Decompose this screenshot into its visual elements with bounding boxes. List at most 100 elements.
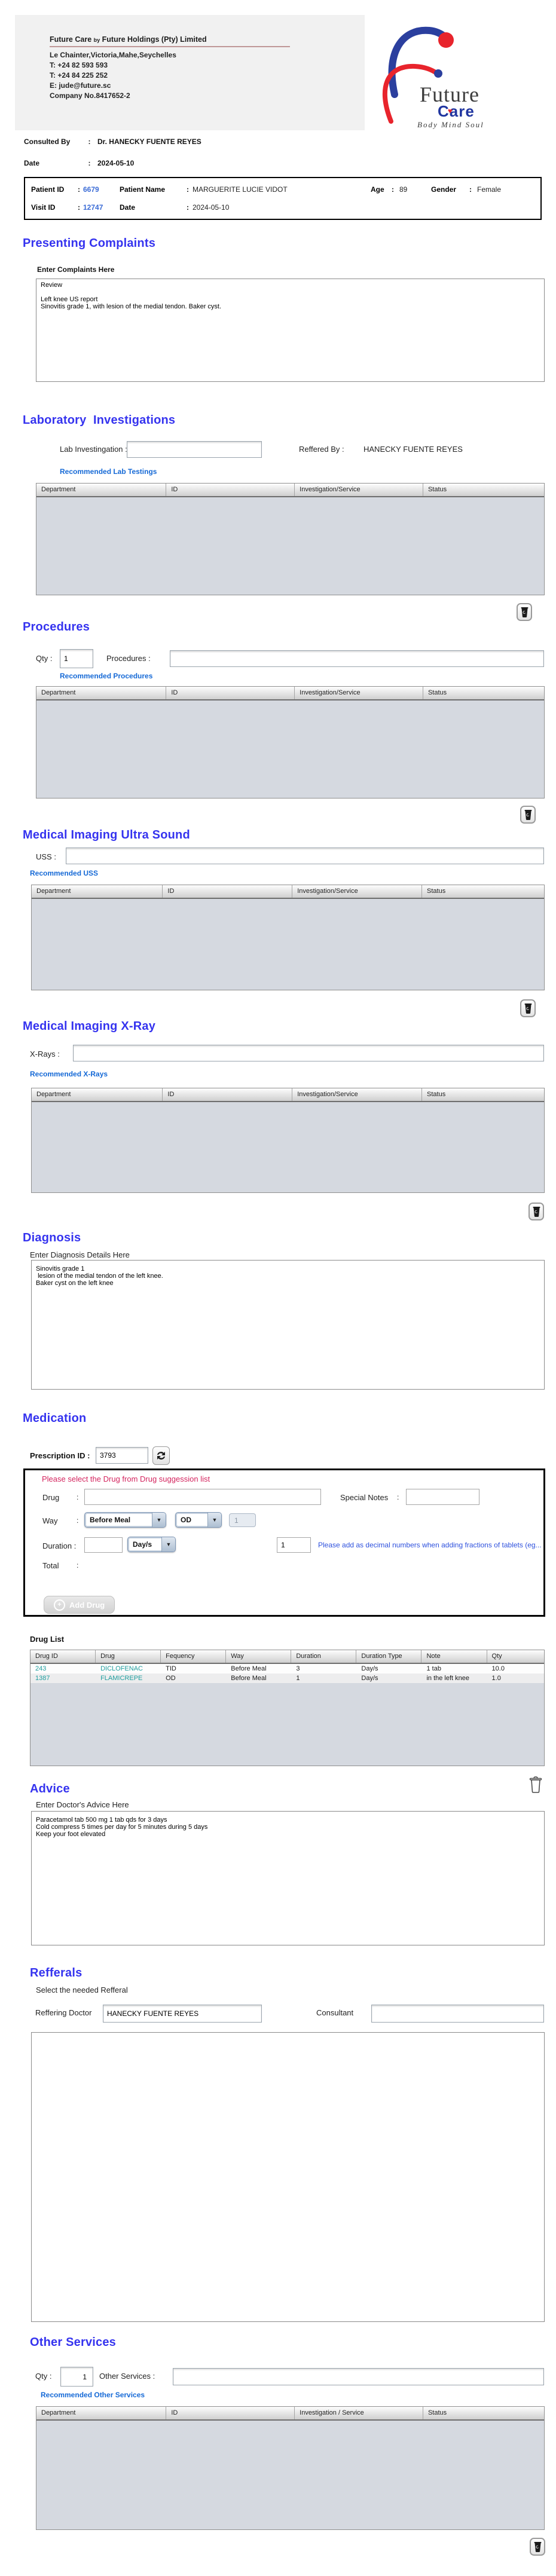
prescription-id-input[interactable] xyxy=(96,1447,148,1464)
xray-table: Department ID Investigation/Service Stat… xyxy=(31,1088,545,1193)
consult-date-line: Date : 2024-05-10 xyxy=(24,159,135,167)
other-services-delete-button[interactable] xyxy=(530,2538,545,2556)
add-drug-button[interactable]: + Add Drug xyxy=(44,1596,115,1614)
recommended-uss-link[interactable]: Recommended USS xyxy=(30,869,98,877)
drug-list-table: Drug ID Drug Fequency Way Duration Durat… xyxy=(30,1650,545,1766)
laboratory-title: Laboratory Investigations xyxy=(23,414,176,427)
consultant-input[interactable] xyxy=(371,2005,544,2023)
trash-icon xyxy=(533,1206,540,1217)
advice-textarea[interactable]: Paracetamol tab 500 mg 1 tab qds for 3 d… xyxy=(31,1811,545,1945)
uss-delete-button[interactable] xyxy=(520,999,536,1017)
procedures-table: Department ID Investigation/Service Stat… xyxy=(36,686,545,799)
other-services-title: Other Services xyxy=(30,2336,116,2349)
drug-table-header: Drug ID Drug Fequency Way Duration Durat… xyxy=(30,1650,544,1664)
other-services-table: Department ID Investigation / Service St… xyxy=(36,2406,545,2530)
uss-input[interactable] xyxy=(66,848,544,864)
advice-label: Enter Doctor's Advice Here xyxy=(36,1800,129,1809)
drug-row[interactable]: 1387 FLAMICREPE OD Before Meal 1 Day/s i… xyxy=(30,1674,544,1683)
consult-date-value: 2024-05-10 xyxy=(97,159,135,167)
consult-date-label: Date xyxy=(24,159,40,167)
other-services-table-header: Department ID Investigation / Service St… xyxy=(36,2407,544,2421)
trash-icon xyxy=(521,607,528,617)
drug-list-label: Drug List xyxy=(30,1635,65,1644)
lab-investigation-input[interactable] xyxy=(127,441,262,458)
diagnosis-textarea[interactable]: Sinovitis grade 1 lesion of the medial t… xyxy=(31,1260,545,1390)
age-value: 89 xyxy=(399,185,408,194)
uss-table: Department ID Investigation/Service Stat… xyxy=(31,885,545,990)
drug-input[interactable] xyxy=(84,1489,321,1505)
duration-type-select[interactable]: Day/s ▼ xyxy=(127,1537,176,1552)
patient-name-value: MARGUERITE LUCIE VIDOT xyxy=(193,185,288,194)
company-info: Future Care by Future Holdings (Pty) Lim… xyxy=(50,34,301,101)
chevron-down-icon: ▼ xyxy=(152,1513,166,1527)
uss-table-header: Department ID Investigation/Service Stat… xyxy=(32,885,544,899)
advice-title: Advice xyxy=(30,1782,70,1795)
complaints-textarea-wrap: Review Left knee US report Sinovitis gra… xyxy=(36,279,545,382)
company-address: Le Chainter,Victoria,Mahe,Seychelles xyxy=(50,51,176,59)
complaints-textarea[interactable]: Review Left knee US report Sinovitis gra… xyxy=(36,279,545,382)
procedures-label: Procedures : xyxy=(106,654,151,663)
plus-icon: + xyxy=(54,1599,65,1611)
procedures-table-header: Department ID Investigation/Service Stat… xyxy=(36,687,544,700)
drug-row[interactable]: 243 DICLOFENAC TID Before Meal 3 Day/s 1… xyxy=(30,1664,544,1674)
xrays-input[interactable] xyxy=(73,1045,544,1061)
other-qty-input[interactable] xyxy=(60,2367,93,2387)
xrays-label: X-Rays : xyxy=(30,1050,60,1058)
advice-textarea-wrap: Paracetamol tab 500 mg 1 tab qds for 3 d… xyxy=(31,1811,545,1945)
chevron-down-icon: ▼ xyxy=(207,1513,221,1527)
xray-title: Medical Imaging X-Ray xyxy=(23,1020,156,1033)
other-services-label: Other Services : xyxy=(99,2372,155,2381)
consulted-by-value: Dr. HANECKY FUENTE REYES xyxy=(97,137,201,146)
special-notes-input[interactable] xyxy=(406,1489,479,1505)
procedures-qty-input[interactable] xyxy=(60,649,93,668)
chevron-down-icon: ▼ xyxy=(161,1537,175,1552)
company-email: E: jude@future.sc xyxy=(50,81,111,90)
trash-icon xyxy=(534,2541,541,2552)
gender-value: Female xyxy=(477,185,502,194)
drug-suggestion-note: Please select the Drug from Drug suggess… xyxy=(42,1474,210,1483)
meal-time-select[interactable]: Before Meal ▼ xyxy=(84,1512,166,1528)
heart-icon: ♥ xyxy=(448,106,453,115)
other-services-input[interactable] xyxy=(173,2368,544,2385)
total-label: Total xyxy=(42,1561,59,1570)
refresh-prescription-button[interactable] xyxy=(152,1446,170,1465)
recommended-lab-link[interactable]: Recommended Lab Testings xyxy=(60,467,157,476)
drug-entry-panel: Please select the Drug from Drug suggess… xyxy=(23,1468,545,1617)
advice-delete-button[interactable] xyxy=(527,1775,544,1794)
dose-input-disabled xyxy=(229,1513,256,1527)
referral-select-label: Select the needed Refferal xyxy=(36,1985,128,1994)
referring-doctor-label: Reffering Doctor xyxy=(35,2008,92,2017)
procedures-delete-button[interactable] xyxy=(520,806,536,824)
recommended-procedures-link[interactable]: Recommended Procedures xyxy=(60,672,152,680)
visit-date-label: Date xyxy=(120,203,136,212)
recommended-other-services-link[interactable]: Recommended Other Services xyxy=(41,2391,145,2399)
xray-delete-button[interactable] xyxy=(528,1203,544,1220)
consultant-label: Consultant xyxy=(316,2008,354,2017)
lab-table-header: Department ID Investigation/Service Stat… xyxy=(36,484,544,497)
lab-delete-button[interactable] xyxy=(517,603,532,621)
procedures-input[interactable] xyxy=(170,650,544,667)
xray-table-header: Department ID Investigation/Service Stat… xyxy=(32,1088,544,1102)
referring-doctor-input[interactable] xyxy=(103,2005,262,2023)
refresh-icon xyxy=(157,1452,165,1460)
referred-by-value: HANECKY FUENTE REYES xyxy=(363,445,463,454)
uss-label: USS : xyxy=(36,852,56,861)
frequency-select[interactable]: OD ▼ xyxy=(175,1512,222,1528)
company-phone1: T: +24 82 593 593 xyxy=(50,61,108,69)
visit-date-value: 2024-05-10 xyxy=(193,203,230,212)
referrals-title: Refferals xyxy=(30,1966,83,1980)
recommended-xrays-link[interactable]: Recommended X-Rays xyxy=(30,1070,108,1078)
referral-list-box[interactable] xyxy=(31,2032,545,2322)
duration-input[interactable] xyxy=(84,1537,123,1553)
company-number: Company No.8417652-2 xyxy=(50,91,130,100)
diagnosis-textarea-wrap: Sinovitis grade 1 lesion of the medial t… xyxy=(31,1260,545,1390)
procedures-title: Procedures xyxy=(23,620,90,634)
trash-icon xyxy=(524,1003,531,1014)
company-logo: Future Care ♥ Body Mind Soul xyxy=(365,15,544,130)
procedures-qty-label: Qty : xyxy=(36,654,53,663)
presenting-complaints-title: Presenting Complaints xyxy=(23,237,156,250)
patient-name-label: Patient Name xyxy=(120,185,166,194)
tablet-qty-input[interactable] xyxy=(277,1537,311,1553)
company-name: Future Care by Future Holdings (Pty) Lim… xyxy=(50,35,207,44)
company-header: Future Care by Future Holdings (Pty) Lim… xyxy=(15,15,544,130)
